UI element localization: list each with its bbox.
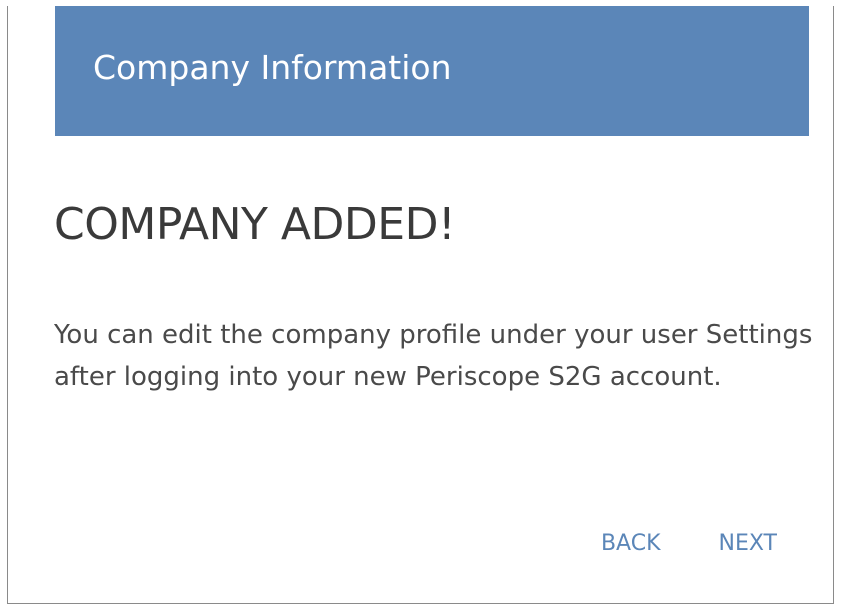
success-headline: COMPANY ADDED! xyxy=(54,199,456,250)
dialog-panel: Company Information COMPANY ADDED! You c… xyxy=(7,6,834,604)
next-button[interactable]: NEXT xyxy=(719,531,777,556)
panel-title: Company Information xyxy=(93,48,452,87)
success-message: You can edit the company profile under y… xyxy=(54,320,813,392)
panel-header: Company Information xyxy=(55,6,809,136)
action-bar: BACK NEXT xyxy=(601,531,777,556)
back-button[interactable]: BACK xyxy=(601,531,661,556)
